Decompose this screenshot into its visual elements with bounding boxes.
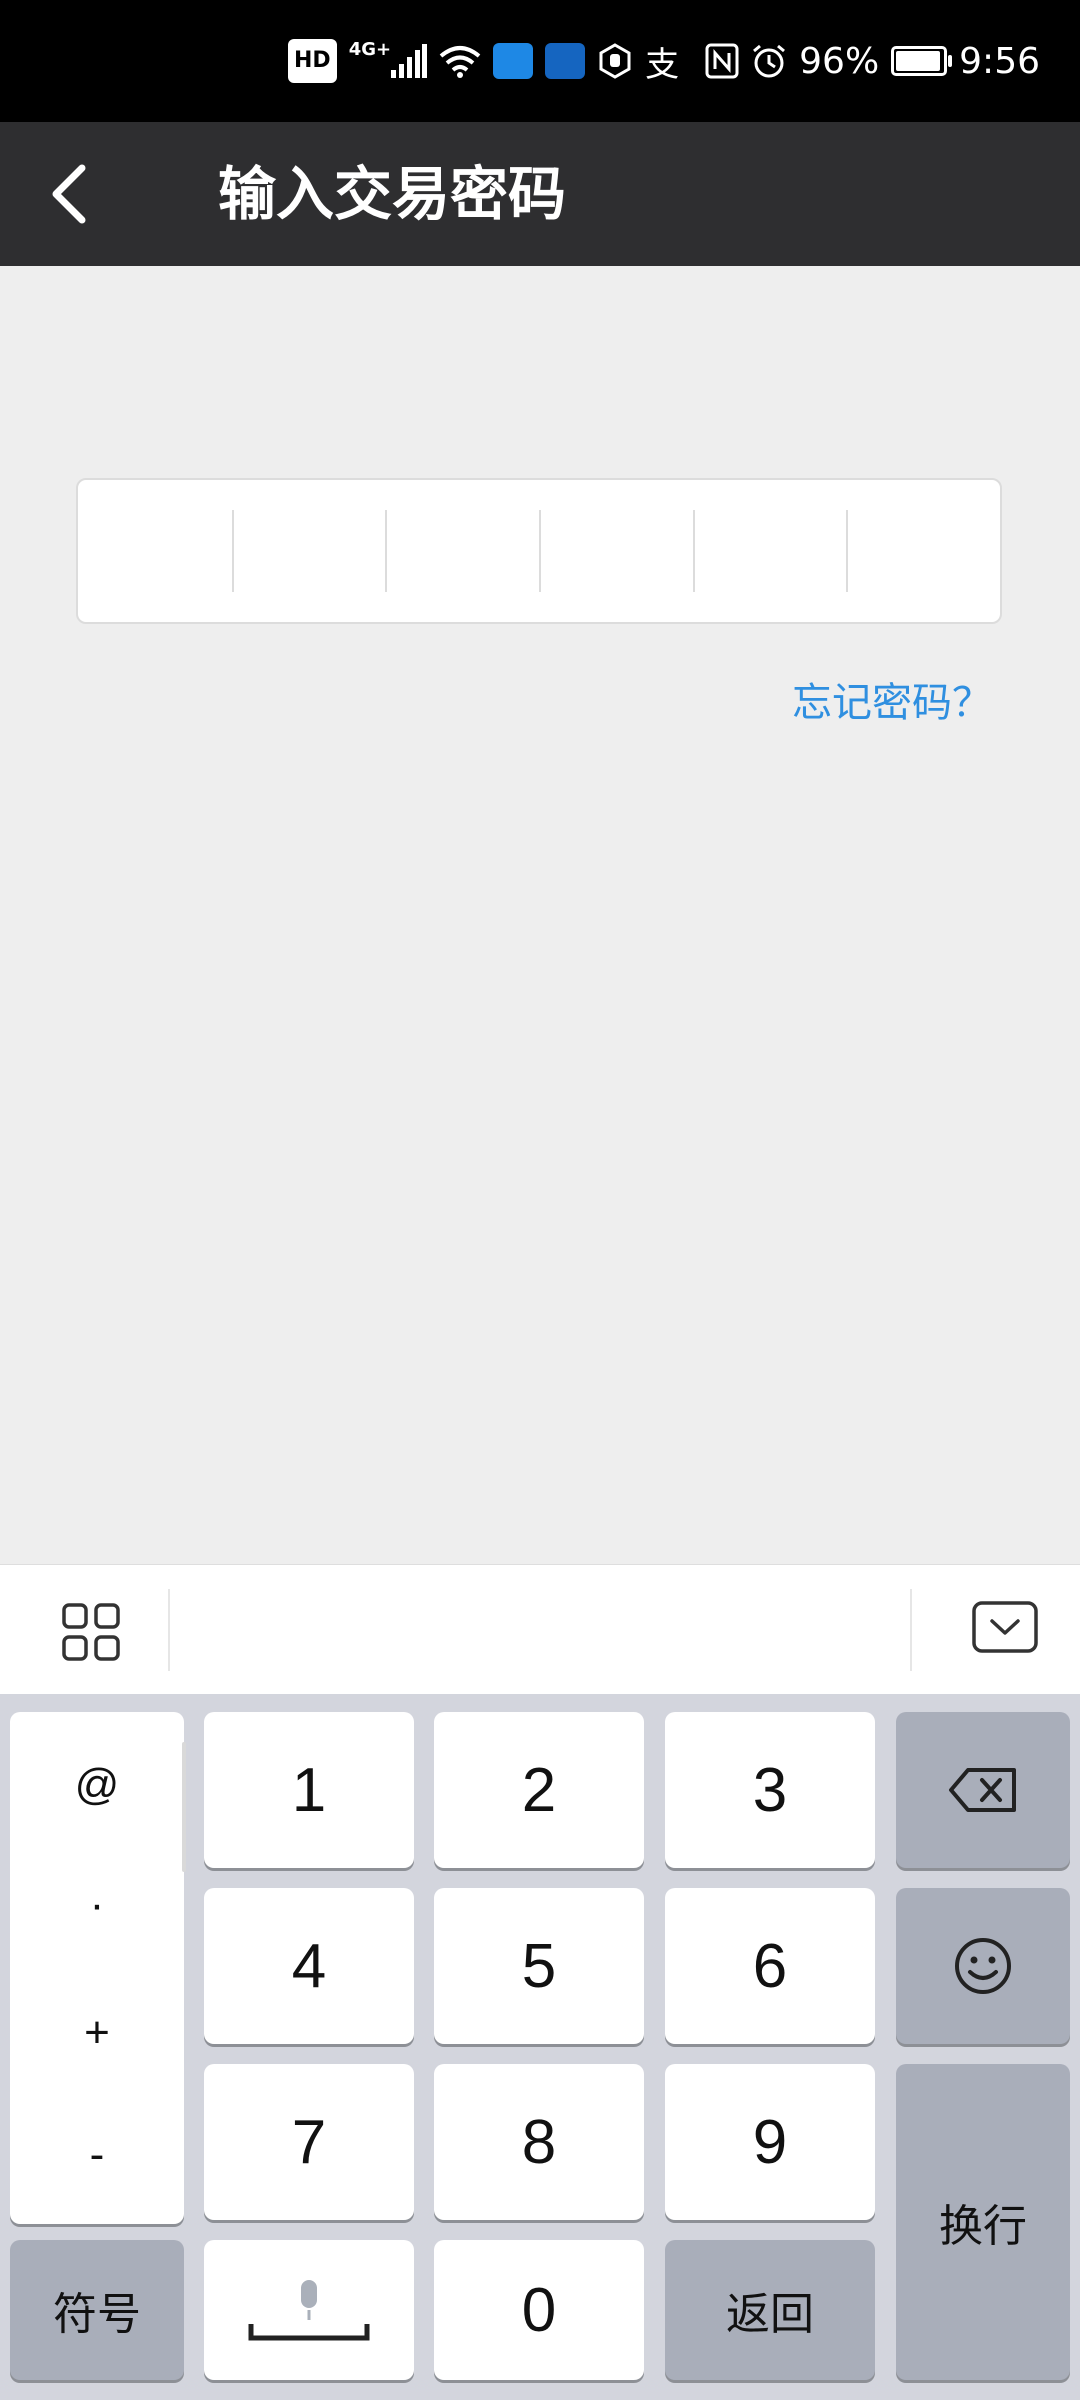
back-button[interactable] [28, 154, 108, 234]
page-title: 输入交易密码 [218, 160, 567, 228]
battery-percent: 96% [799, 40, 880, 82]
password-digit-cell[interactable] [846, 480, 1000, 622]
password-input[interactable] [76, 478, 1002, 624]
signal-icon: 4G+ [348, 38, 428, 81]
password-digit-cell[interactable] [539, 480, 693, 622]
symbol-key[interactable]: @ [10, 1760, 184, 1810]
grid-icon [62, 1603, 120, 1661]
space-voice-wrap [248, 2278, 370, 2342]
numeric-keypad: @ · + - 1 2 3 4 5 6 7 8 9 换行 符号 0 返回 [0, 1694, 1080, 2400]
forgot-password-link[interactable]: 忘记密码？ [792, 670, 992, 728]
password-digit-cell[interactable] [385, 480, 539, 622]
keyboard-hide-button[interactable] [966, 1595, 1046, 1665]
return-key[interactable]: 返回 [665, 2240, 875, 2380]
hd-badge: HD [288, 39, 337, 83]
digit-key-9[interactable]: 9 [665, 2064, 875, 2220]
app-notification-icon [493, 43, 534, 79]
hand-icon [597, 41, 633, 81]
wifi-icon [439, 41, 481, 81]
emoji-icon [955, 1938, 1011, 1994]
digit-key-1[interactable]: 1 [204, 1712, 414, 1868]
digit-key-7[interactable]: 7 [204, 2064, 414, 2220]
password-digit-cell[interactable] [231, 480, 386, 622]
space-voice-key[interactable] [204, 2240, 414, 2380]
microphone-icon [301, 2280, 317, 2320]
digit-key-8[interactable]: 8 [434, 2064, 644, 2220]
keyboard-hide-icon [972, 1601, 1038, 1653]
keyboard-toolbar [0, 1564, 1080, 1695]
grid-button[interactable] [50, 1595, 130, 1675]
emoji-key[interactable] [896, 1888, 1070, 2044]
clock: 9:56 [959, 40, 1040, 82]
digit-key-5[interactable]: 5 [434, 1888, 644, 2044]
space-bar-icon [248, 2324, 370, 2341]
alarm-icon [751, 41, 787, 81]
status-icons-right: 96% 9:56 [705, 0, 1040, 122]
digit-key-4[interactable]: 4 [204, 1888, 414, 2044]
alipay-icon: 支 [645, 44, 680, 85]
symbol-switch-key[interactable]: 符号 [10, 2240, 184, 2380]
password-digit-cell[interactable] [692, 480, 847, 622]
digit-key-0[interactable]: 0 [434, 2240, 644, 2380]
digit-key-3[interactable]: 3 [665, 1712, 875, 1868]
battery-fill [896, 51, 941, 71]
symbol-column[interactable]: @ · + - [10, 1712, 186, 2224]
app-header: 输入交易密码 [0, 122, 1080, 266]
status-bar: HD 4G+ 支 96% 9:56 [0, 0, 1080, 122]
network-type: 4G+ [348, 38, 392, 60]
symbol-key[interactable]: + [10, 2008, 184, 2058]
digit-key-6[interactable]: 6 [665, 1888, 875, 2044]
symbol-key[interactable]: - [10, 2130, 184, 2180]
nfc-icon [705, 41, 739, 81]
chevron-left-icon [52, 164, 86, 224]
digit-key-2[interactable]: 2 [434, 1712, 644, 1868]
newline-key[interactable]: 换行 [896, 2064, 1070, 2380]
password-digit-cell[interactable] [78, 480, 232, 622]
backspace-key[interactable] [896, 1712, 1070, 1868]
app-notification-icon [545, 43, 586, 79]
symbol-key[interactable]: · [10, 1880, 184, 1930]
toolbar-divider [168, 1589, 170, 1671]
backspace-icon [949, 1768, 1016, 1812]
battery-icon [891, 46, 953, 76]
toolbar-divider [910, 1589, 912, 1671]
status-icons-left: HD 4G+ 支 [288, 0, 679, 122]
